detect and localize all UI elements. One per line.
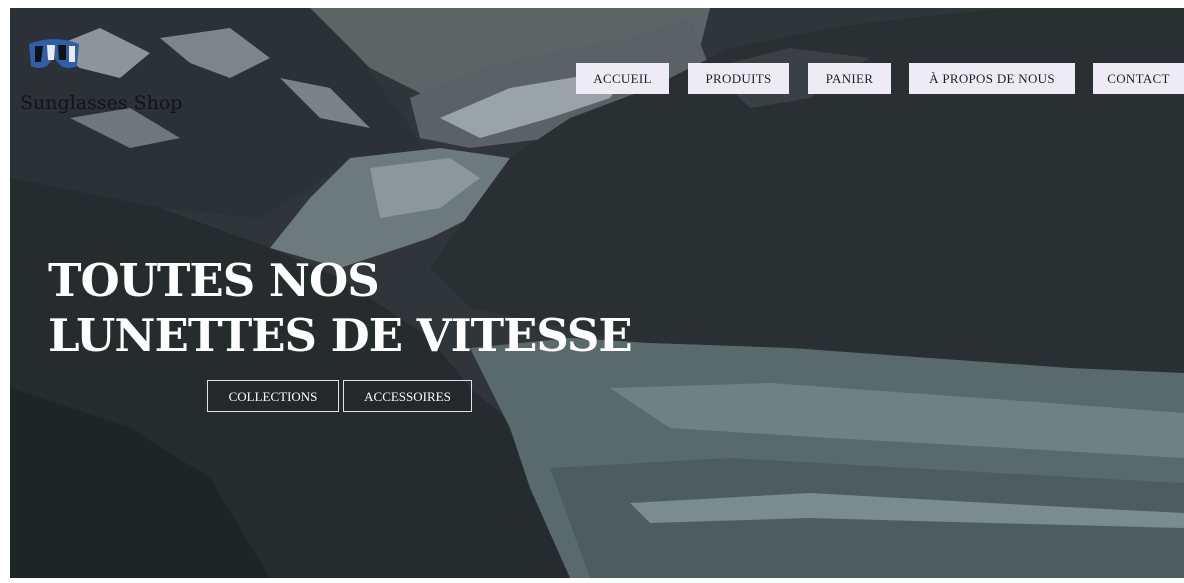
nav-item-a-propos[interactable]: À PROPOS DE NOUS bbox=[909, 63, 1075, 94]
nav-item-contact[interactable]: CONTACT bbox=[1093, 63, 1184, 94]
main-nav: ACCUEIL PRODUITS PANIER À PROPOS DE NOUS… bbox=[0, 63, 1184, 95]
collections-button[interactable]: COLLECTIONS bbox=[207, 380, 339, 412]
hero-headline: TOUTES NOS LUNETTES DE VITESSE bbox=[48, 253, 633, 363]
nav-item-panier[interactable]: PANIER bbox=[808, 63, 891, 94]
hero-headline-line2: LUNETTES DE VITESSE bbox=[48, 309, 633, 362]
nav-item-produits[interactable]: PRODUITS bbox=[688, 63, 789, 94]
hero-headline-line1: TOUTES NOS bbox=[48, 254, 380, 307]
nav-item-accueil[interactable]: ACCUEIL bbox=[576, 63, 669, 94]
accessories-button[interactable]: ACCESSOIRES bbox=[343, 380, 472, 412]
brand-name: Sunglasses Shop bbox=[20, 92, 183, 114]
